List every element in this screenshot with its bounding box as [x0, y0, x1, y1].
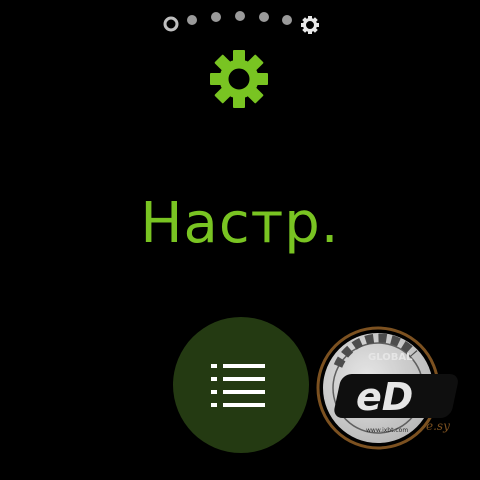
- watermark-tagline: www.ixbt.com: [366, 427, 408, 434]
- page-indicator-dots: [163, 11, 319, 34]
- page-dot-icon: [235, 11, 245, 21]
- watermark-logo: GLOBAL eD www.ixbt.com e.sy: [316, 326, 476, 456]
- page-dot-icon: [187, 15, 197, 25]
- watermark-logo-text: eD: [356, 375, 413, 419]
- page-dot-icon: [259, 12, 269, 22]
- watermark-brand: GLOBAL: [368, 352, 413, 363]
- watermark-suffix: e.sy: [426, 419, 450, 433]
- page-dot-icon: [282, 15, 292, 25]
- settings-small-icon: [301, 16, 319, 34]
- watch-screen: Настр. GLOBAL eD www.ixbt.com e.sy: [0, 0, 480, 480]
- list-button[interactable]: [173, 317, 309, 453]
- settings-gear-icon: [208, 48, 270, 110]
- page-indicator: [160, 6, 325, 34]
- page-dot-current-icon: [163, 16, 179, 32]
- list-icon: [211, 364, 265, 407]
- screen-title: Настр.: [140, 191, 340, 256]
- page-dot-icon: [211, 12, 221, 22]
